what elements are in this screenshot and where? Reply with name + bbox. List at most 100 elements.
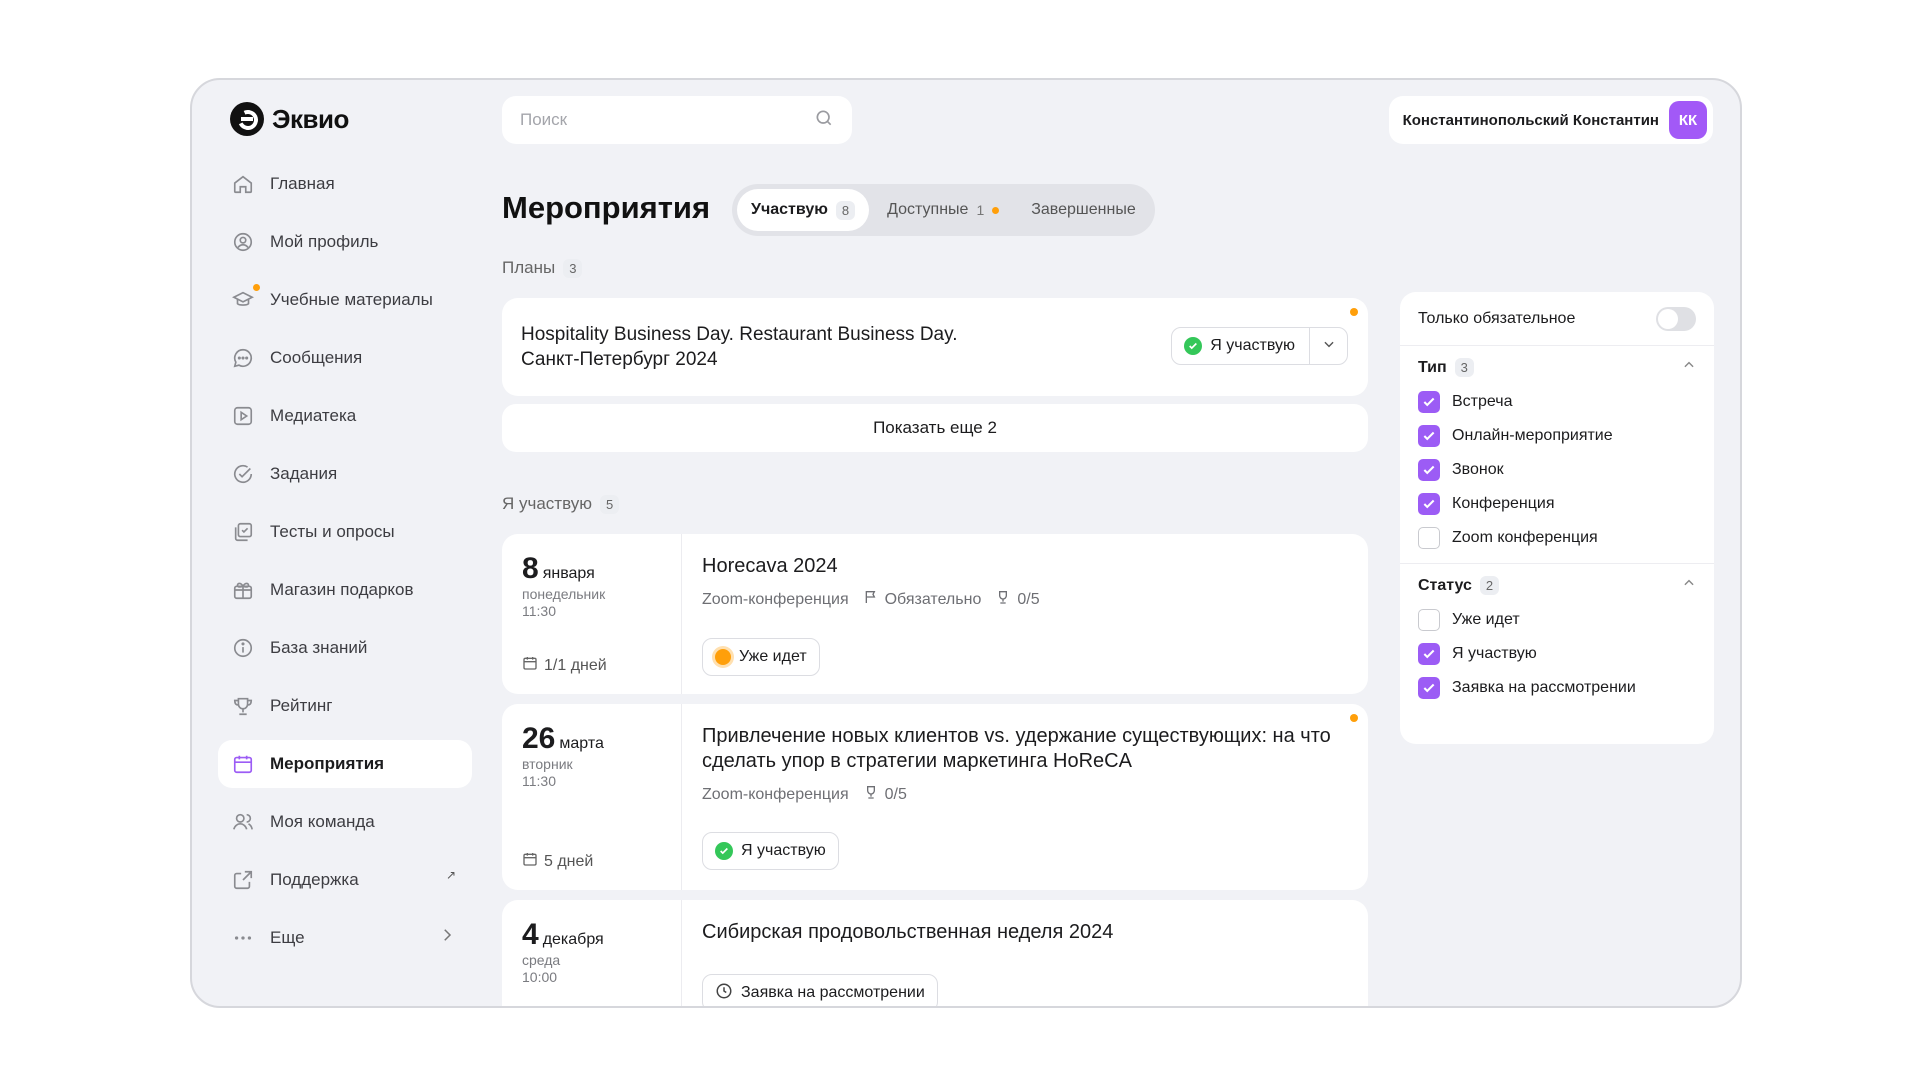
- sidebar-item-more[interactable]: Еще: [218, 914, 472, 962]
- mandatory-only-toggle[interactable]: [1656, 306, 1696, 331]
- search-input[interactable]: [520, 110, 814, 130]
- tab-participating[interactable]: Участвую 8: [737, 189, 870, 231]
- chevron-up-icon[interactable]: [1682, 576, 1696, 595]
- notification-dot: [253, 284, 260, 291]
- event-card[interactable]: 4 декабря среда 10:00 Сибирская продоволь…: [502, 900, 1368, 1006]
- tab-completed[interactable]: Завершенные: [1017, 189, 1149, 231]
- sidebar-item-events[interactable]: Мероприятия: [218, 740, 472, 788]
- section-title: Я участвую: [502, 494, 593, 513]
- page-title: Мероприятия: [502, 190, 711, 225]
- show-more-button[interactable]: Показать еще 2: [502, 404, 1368, 452]
- user-menu[interactable]: Константинопольский Константин КК: [1388, 96, 1713, 144]
- option-label: Звонок: [1452, 461, 1504, 478]
- filter-group-title: Статус 2: [1418, 576, 1500, 595]
- sidebar-item-label: Мой профиль: [270, 232, 379, 251]
- filter-option-in-progress[interactable]: Уже идет: [1418, 603, 1696, 637]
- sidebar-item-gift-shop[interactable]: Магазин подарков: [218, 566, 472, 614]
- filter-option-call[interactable]: Звонок: [1418, 453, 1696, 487]
- filter-option-online[interactable]: Онлайн-мероприятие: [1418, 419, 1696, 453]
- filter-group-header[interactable]: Статус 2: [1418, 576, 1696, 595]
- event-type: Zoom-конференция: [702, 590, 849, 608]
- filter-option-conference[interactable]: Конференция: [1418, 487, 1696, 521]
- calendar-icon: [232, 753, 254, 775]
- checkbox-checked[interactable]: [1418, 493, 1440, 515]
- sidebar-item-tests[interactable]: Тесты и опросы: [218, 508, 472, 556]
- notification-dot: [992, 206, 1000, 214]
- chevron-up-icon[interactable]: [1682, 358, 1696, 377]
- task-check-icon: [232, 463, 254, 485]
- checkbox-unchecked[interactable]: [1418, 609, 1440, 631]
- event-duration: 1/1 дней: [522, 655, 607, 676]
- filter-option-zoom[interactable]: Zoom конференция: [1418, 521, 1696, 555]
- event-date: 8 января понедельник 11:30 1/1 дней: [502, 534, 682, 694]
- event-body: Сибирская продовольственная неделя 2024: [702, 920, 1348, 945]
- participation-status-button[interactable]: Я участвую: [1172, 328, 1309, 364]
- event-card[interactable]: 8 января понедельник 11:30 1/1 дней Horec…: [502, 534, 1368, 694]
- section-title: Планы: [502, 258, 556, 277]
- checkbox-checked[interactable]: [1418, 391, 1440, 413]
- filter-group-title: Тип 3: [1418, 358, 1474, 377]
- checkbox-checked[interactable]: [1418, 677, 1440, 699]
- sidebar-item-learning[interactable]: Учебные материалы: [218, 276, 472, 324]
- event-month: декабря: [542, 931, 604, 948]
- sidebar-item-knowledge-base[interactable]: База знаний: [218, 624, 472, 672]
- sidebar-item-support[interactable]: Поддержка ↗: [218, 856, 472, 904]
- option-label: Онлайн-мероприятие: [1452, 427, 1613, 444]
- status-label: Заявка на рассмотрении: [741, 984, 925, 1001]
- filter-group-label: Тип: [1418, 358, 1447, 376]
- event-title: Horecava 2024: [702, 555, 838, 577]
- score-text: 0/5: [1017, 590, 1040, 608]
- event-status-pill[interactable]: Заявка на рассмотрении: [702, 974, 938, 1006]
- option-label: Заявка на рассмотрении: [1452, 679, 1636, 696]
- sidebar-item-label: Моя команда: [270, 812, 375, 831]
- plan-event-card[interactable]: Hospitality Business Day. Restaurant Bus…: [502, 298, 1368, 396]
- sidebar-item-profile[interactable]: Мой профиль: [218, 218, 472, 266]
- event-date: 26 марта вторник 11:30 5 дней: [502, 704, 682, 890]
- checkbox-checked[interactable]: [1418, 425, 1440, 447]
- section-participating-label: Я участвую 5: [502, 494, 620, 514]
- logo[interactable]: Эквио: [230, 102, 349, 136]
- event-time: 10:00: [522, 969, 558, 985]
- mandatory-only-label: Только обязательное: [1418, 309, 1576, 327]
- filter-option-pending-request[interactable]: Заявка на рассмотрении: [1418, 671, 1696, 705]
- checkbox-checked[interactable]: [1418, 459, 1440, 481]
- option-label: Я участвую: [1452, 645, 1537, 662]
- event-day: 8: [522, 552, 539, 585]
- filter-group-header[interactable]: Тип 3: [1418, 358, 1696, 377]
- event-status-pill[interactable]: Я участвую: [702, 832, 839, 870]
- sidebar-item-label: Сообщения: [270, 348, 363, 367]
- event-duration: 5 дней: [522, 851, 593, 872]
- new-indicator-dot: [1350, 308, 1358, 316]
- tab-label: Участвую: [751, 201, 828, 218]
- sidebar-item-rating[interactable]: Рейтинг: [218, 682, 472, 730]
- sidebar-item-team[interactable]: Моя команда: [218, 798, 472, 846]
- search-icon[interactable]: [814, 108, 834, 133]
- filter-option-meeting[interactable]: Встреча: [1418, 385, 1696, 419]
- duration-text: 1/1 дней: [544, 656, 607, 674]
- event-status-pill[interactable]: Уже идет: [702, 638, 820, 676]
- event-score: 0/5: [995, 589, 1040, 610]
- sidebar-item-messages[interactable]: Сообщения: [218, 334, 472, 382]
- tab-count: 1: [976, 202, 985, 218]
- avatar: КК: [1669, 101, 1707, 139]
- sidebar-item-label: Учебные материалы: [270, 290, 433, 309]
- mandatory-flag: Обязательно: [863, 589, 982, 610]
- event-card[interactable]: 26 марта вторник 11:30 5 дней Привлечение…: [502, 704, 1368, 890]
- tab-bar: Участвую 8 Доступные 1 Завершенные: [732, 184, 1155, 236]
- mandatory-label: Обязательно: [884, 590, 982, 608]
- checkbox-checked[interactable]: [1418, 643, 1440, 665]
- event-meta: Zoom-конференция Обязательно 0/5: [702, 589, 1348, 610]
- tab-available[interactable]: Доступные 1: [873, 189, 1013, 231]
- event-type: Zoom-конференция: [702, 785, 849, 803]
- sidebar-item-home[interactable]: Главная: [218, 160, 472, 208]
- participation-dropdown-toggle[interactable]: [1309, 328, 1347, 364]
- event-meta: Zoom-конференция 0/5: [702, 784, 1348, 805]
- gift-icon: [232, 579, 254, 601]
- sidebar-item-media[interactable]: Медиатека: [218, 392, 472, 440]
- filter-group-label: Статус: [1418, 576, 1472, 594]
- option-label: Встреча: [1452, 393, 1513, 410]
- sidebar-item-tasks[interactable]: Задания: [218, 450, 472, 498]
- checkbox-unchecked[interactable]: [1418, 527, 1440, 549]
- logo-icon: [230, 102, 264, 136]
- filter-option-participating[interactable]: Я участвую: [1418, 637, 1696, 671]
